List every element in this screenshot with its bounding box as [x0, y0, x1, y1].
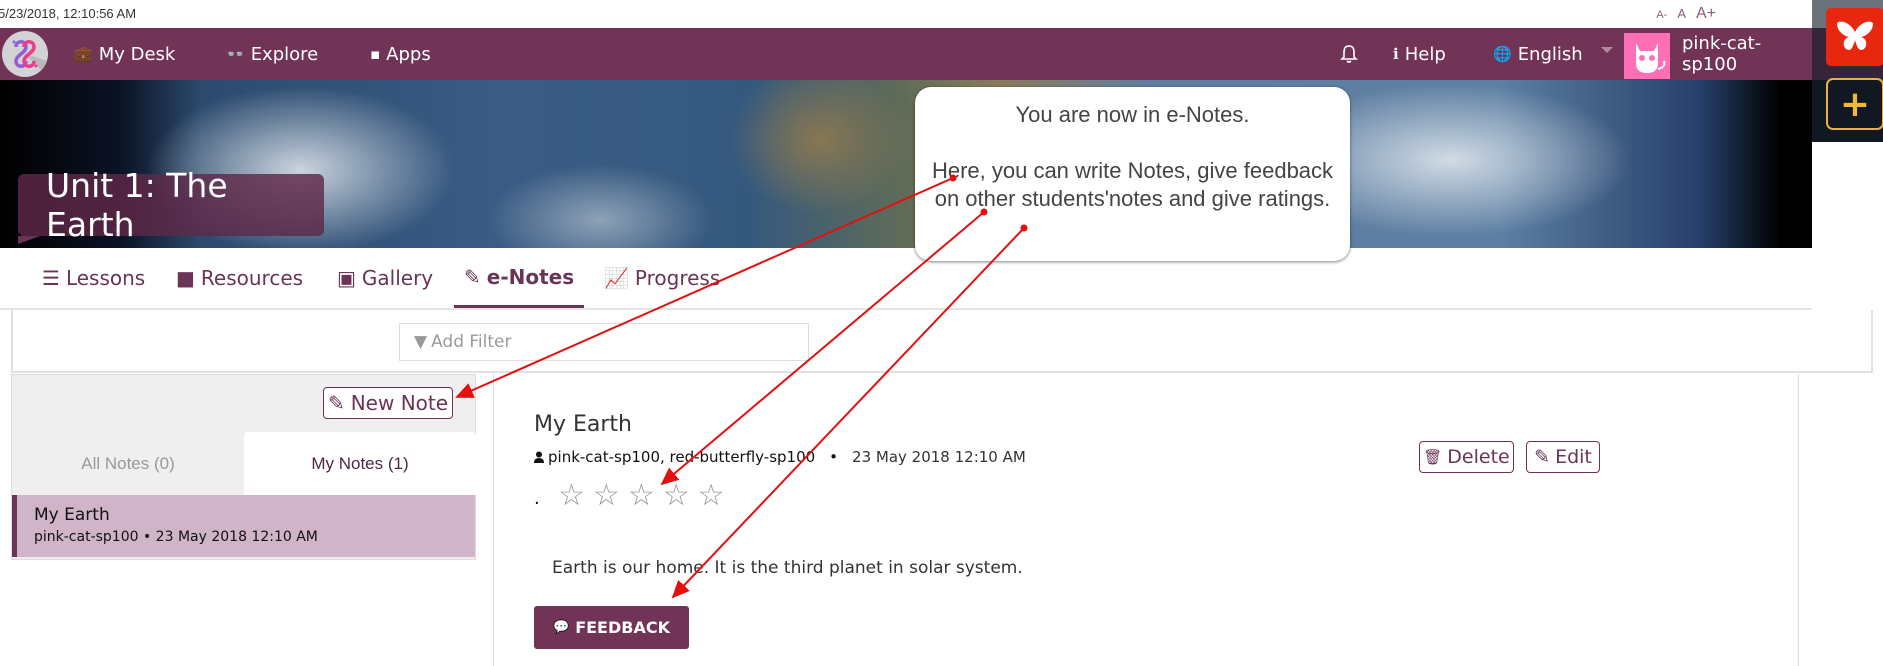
tab-resources[interactable]: ■ Resources [176, 248, 303, 308]
nav-apps-label: Apps [386, 43, 431, 65]
navbar: 💼 My Desk 👓 Explore ▪ Apps ℹ Help 🌐 Engl… [0, 28, 1812, 80]
comments-icon: 💬 [553, 620, 570, 635]
star-icon[interactable]: ☆ [593, 478, 620, 513]
ribbon-fold [18, 236, 40, 244]
info-icon: ℹ [1393, 45, 1399, 63]
tab-progress-label: Progress [634, 266, 721, 290]
pencil-icon: ✎ [327, 391, 345, 415]
language-label: English [1517, 43, 1583, 65]
nav-my-desk-label: My Desk [98, 43, 176, 65]
filter-placeholder: Add Filter [431, 332, 512, 352]
unit-tabs: ☰ Lessons ■ Resources ▣ Gallery ✎ e-Note… [0, 248, 1812, 310]
filter-icon: ▼ [414, 332, 428, 352]
edit-label: Edit [1555, 446, 1592, 468]
new-note-button[interactable]: ✎ New Note [323, 387, 453, 419]
top-strip: 5/23/2018, 12:10:56 AM A- A A+ [0, 0, 1812, 28]
font-reset-button[interactable]: A [1677, 6, 1686, 21]
tab-resources-label: Resources [200, 266, 304, 290]
tab-gallery-label: Gallery [361, 266, 434, 290]
image-icon: ▣ [337, 266, 356, 290]
briefcase-icon: 💼 [74, 45, 93, 63]
unit-banner: Unit 1: The Earth [0, 80, 1812, 248]
note-authors: pink-cat-sp100, red-butterfly-sp100 [548, 448, 816, 466]
avatar[interactable] [1624, 33, 1670, 79]
binoculars-icon: 👓 [226, 45, 245, 63]
list-icon: ☰ [42, 266, 60, 290]
tab-lessons-label: Lessons [65, 266, 146, 290]
help-label: Help [1404, 43, 1446, 65]
line-chart-icon: 📈 [604, 266, 629, 290]
caret-down-icon [1600, 47, 1613, 53]
callout-description: Here, you can write Notes, give feedback… [931, 158, 1334, 211]
logo[interactable] [2, 31, 48, 77]
notifications-button[interactable] [1340, 28, 1358, 80]
nav-explore[interactable]: 👓 Explore [226, 28, 318, 80]
note-item-meta: pink-cat-sp100 • 23 May 2018 12:10 AM [34, 529, 318, 545]
tab-progress[interactable]: 📈 Progress [604, 248, 720, 308]
note-detail-panel: My Earth pink-cat-sp100, red-butterfly-s… [493, 374, 1799, 666]
filter-bar: ▼ Add Filter [11, 310, 1873, 373]
add-button[interactable]: + [1826, 78, 1883, 130]
font-size-controls: A- A A+ [1656, 5, 1716, 23]
plus-icon: + [1839, 83, 1871, 125]
delete-label: Delete [1447, 446, 1510, 468]
folder-icon: ■ [176, 266, 195, 290]
note-body: Earth is our home. It is the third plane… [552, 558, 1023, 578]
timestamp: 5/23/2018, 12:10:56 AM [0, 6, 137, 21]
tab-lessons[interactable]: ☰ Lessons [42, 248, 145, 308]
user-name[interactable]: pink-cat-sp100 [1682, 28, 1812, 80]
note-title: My Earth [534, 412, 632, 437]
apps-icon: ▪ [370, 45, 381, 63]
star-icon[interactable]: ☆ [698, 478, 725, 513]
trash-icon: 🗑 [1423, 448, 1443, 466]
logo-icon [12, 40, 48, 77]
note-item-title: My Earth [34, 505, 110, 525]
rating-prefix: . [534, 488, 540, 509]
callout-title: You are now in e-Notes. [1015, 102, 1250, 127]
nav-my-desk[interactable]: 💼 My Desk [74, 28, 175, 80]
star-icon[interactable]: ☆ [663, 478, 690, 513]
font-decrease-button[interactable]: A- [1656, 9, 1667, 21]
pencil-icon: ✎ [1534, 446, 1551, 468]
globe-icon: 🌐 [1493, 45, 1512, 63]
side-rail: + [1812, 0, 1883, 142]
tab-all-notes[interactable]: All Notes (0) [12, 432, 244, 495]
tab-e-notes[interactable]: ✎ e-Notes [454, 248, 585, 308]
add-filter-input[interactable]: ▼ Add Filter [399, 323, 809, 361]
note-meta: pink-cat-sp100, red-butterfly-sp100 • 23… [534, 448, 1026, 466]
feedback-button[interactable]: 💬 FEEDBACK [534, 606, 689, 649]
tab-e-notes-label: e-Notes [486, 264, 575, 289]
unit-title: Unit 1: The Earth [18, 166, 324, 244]
delete-button[interactable]: 🗑 Delete [1419, 441, 1514, 473]
tab-gallery[interactable]: ▣ Gallery [337, 248, 433, 308]
nav-apps[interactable]: ▪ Apps [370, 28, 431, 80]
cat-avatar-icon [1636, 43, 1666, 73]
butterfly-app-button[interactable] [1826, 8, 1883, 66]
help-link[interactable]: ℹ Help [1393, 28, 1446, 80]
language-dropdown[interactable]: 🌐 English [1493, 28, 1613, 80]
edit-icon: ✎ [464, 264, 481, 289]
nav-explore-label: Explore [250, 43, 319, 65]
butterfly-icon [1837, 21, 1873, 50]
bell-icon [1340, 45, 1358, 63]
star-icon[interactable]: ☆ [628, 478, 655, 513]
list-item[interactable]: My Earth pink-cat-sp100 • 23 May 2018 12… [12, 495, 475, 557]
new-note-label: New Note [350, 391, 449, 415]
feedback-label: FEEDBACK [575, 618, 670, 637]
font-increase-button[interactable]: A+ [1696, 5, 1716, 23]
edit-button[interactable]: ✎ Edit [1526, 441, 1600, 473]
tutorial-callout: You are now in e-Notes. Here, you can wr… [915, 87, 1350, 261]
tab-my-notes[interactable]: My Notes (1) [244, 432, 476, 495]
user-icon [534, 451, 544, 463]
notes-list-panel: ✎ New Note All Notes (0) My Notes (1) My… [11, 374, 476, 560]
note-date: 23 May 2018 12:10 AM [852, 448, 1026, 466]
star-icon[interactable]: ☆ [558, 478, 585, 513]
meta-separator: • [829, 448, 839, 466]
star-rating[interactable]: ☆ ☆ ☆ ☆ ☆ [558, 478, 725, 513]
